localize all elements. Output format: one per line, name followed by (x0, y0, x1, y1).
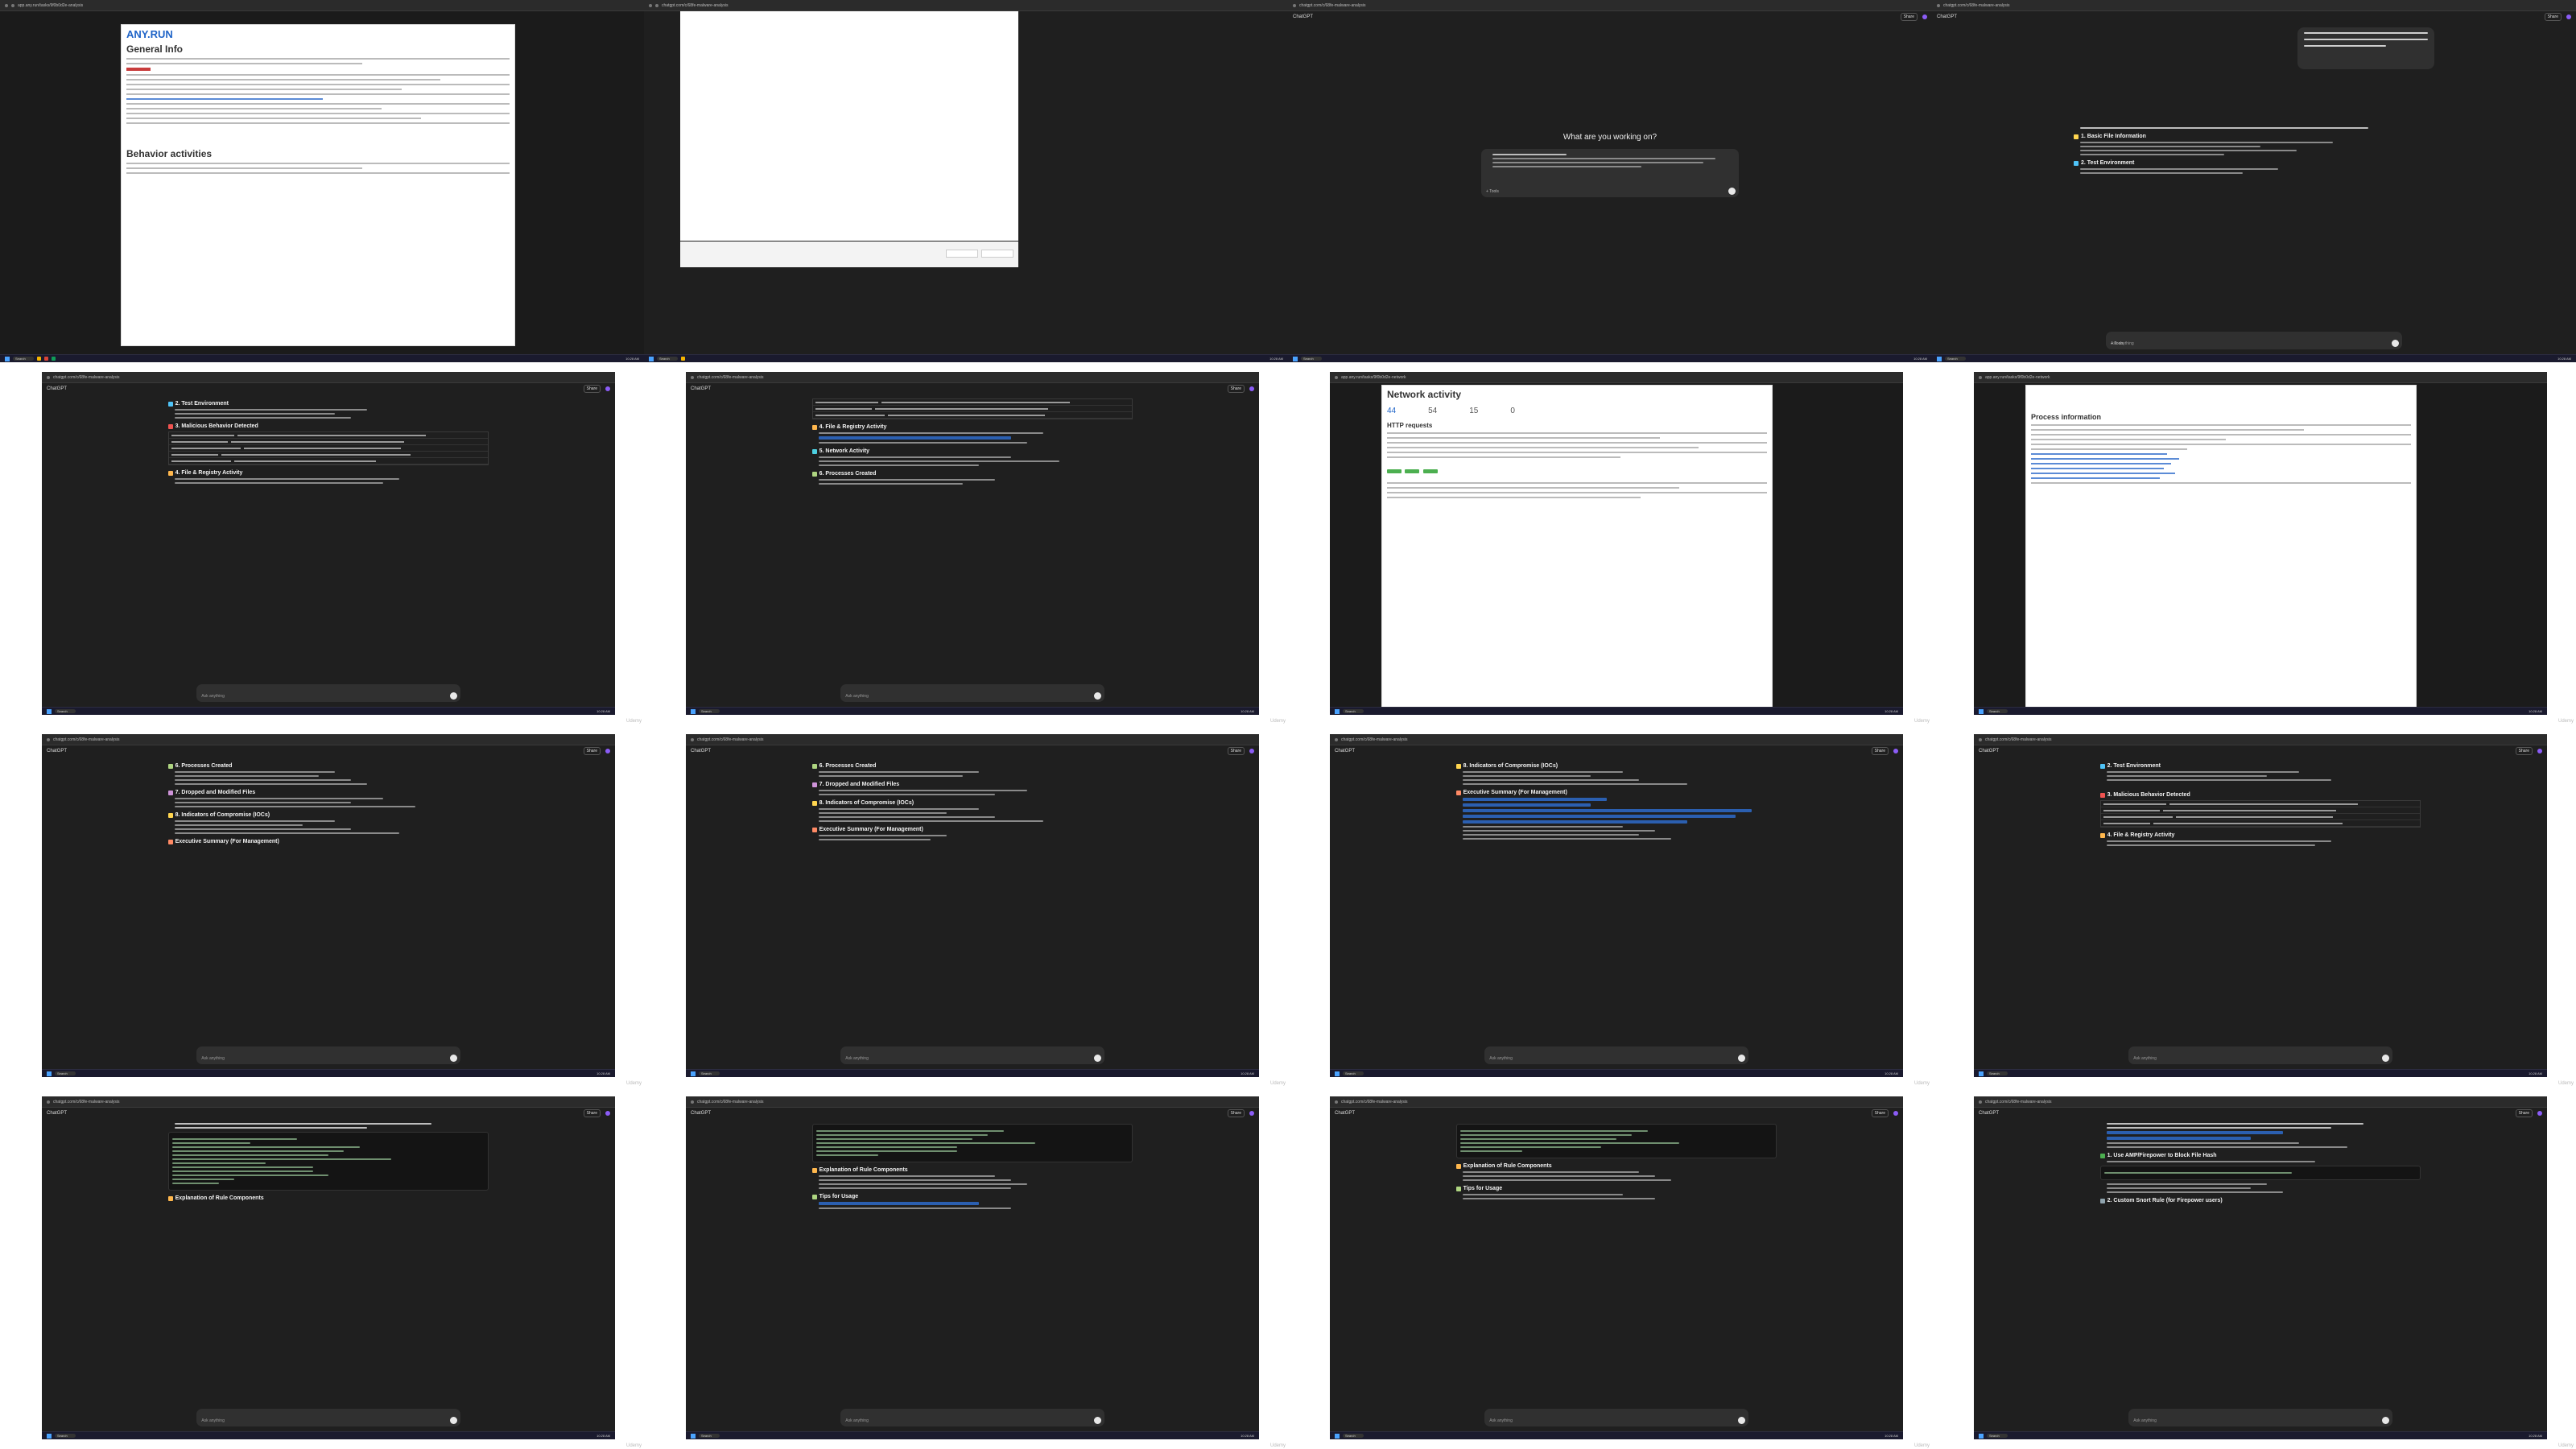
tile-blank-dialog: chatgpt.com/c/68fe-malware-analysis Sear… (644, 0, 1288, 362)
section-test-environment: 2. Test Environment (2081, 160, 2135, 166)
screen: chatgpt.com/c/68fe-malware-analysis Chat… (1288, 0, 1932, 362)
start-icon[interactable] (5, 356, 10, 361)
tile-anyrun-process: app.any.run/tasks/9f0b0d2e-network Proce… (1932, 362, 2576, 724)
tile-chat-tips: chatgpt.com/c/68fe-malware-analysis Chat… (1288, 1087, 1932, 1449)
behavior-heading: Behavior activities (126, 148, 213, 159)
taskbar: Search 10:28 AM (0, 354, 644, 362)
tile-chat-network-activity: chatgpt.com/c/68fe-malware-analysis Chat… (644, 362, 1288, 724)
url-text[interactable]: chatgpt.com/c/68fe-malware-analysis (662, 3, 1283, 8)
process-information-panel: Process information (2025, 385, 2417, 708)
taskbar-search[interactable]: Search (13, 357, 34, 361)
share-button[interactable]: Share (1900, 13, 1918, 21)
url-text[interactable]: app.any.run/tasks/9f0b0d2e-analysis (18, 3, 639, 8)
screen: chatgpt.com/c/68fe-malware-analysis Sear… (644, 0, 1288, 362)
tile-anyrun-general-info: app.any.run/tasks/9f0b0d2e-analysis ANY.… (0, 0, 644, 362)
anyrun-logo[interactable]: ANY.RUN (126, 28, 510, 40)
screen: chatgpt.com/c/68fe-malware-analysis Chat… (1932, 0, 2576, 362)
tile-chat-amp-firepower: chatgpt.com/c/68fe-malware-analysis Chat… (1932, 1087, 2576, 1449)
ok-button[interactable] (981, 250, 1013, 258)
browser-urlbar[interactable]: app.any.run/tasks/9f0b0d2e-analysis (0, 0, 644, 11)
tile-chat-explanation: chatgpt.com/c/68fe-malware-analysis Chat… (644, 1087, 1288, 1449)
general-info-heading: General Info (126, 43, 184, 55)
section-malicious-behavior: 3. Malicious Behavior Detected (175, 423, 258, 429)
tile-chat-basic-info: chatgpt.com/c/68fe-malware-analysis Chat… (1932, 0, 2576, 362)
behavior-table (167, 431, 489, 465)
welcome-text: What are you working on? (1563, 133, 1657, 142)
tile-chat-malicious-behavior: chatgpt.com/c/68fe-malware-analysis Chat… (0, 362, 644, 724)
taskbar-clock: 10:28 AM (625, 357, 639, 361)
tile-chat-welcome: chatgpt.com/c/68fe-malware-analysis Chat… (1288, 0, 1932, 362)
user-message-bubble (2297, 27, 2434, 69)
screen: app.any.run/tasks/9f0b0d2e-analysis ANY.… (0, 0, 644, 362)
chat-composer[interactable]: Ask anything + Tools (2106, 332, 2402, 349)
section-basic-file-info: 1. Basic File Information (2081, 134, 2146, 139)
tile-anyrun-network: app.any.run/tasks/9f0b0d2e-network Netwo… (1288, 362, 1932, 724)
avatar[interactable] (1922, 14, 1927, 19)
tile-chat-iocs: chatgpt.com/c/68fe-malware-analysis Chat… (644, 724, 1288, 1087)
tile-chat-executive-summary: chatgpt.com/c/68fe-malware-analysis Chat… (1288, 724, 1932, 1087)
popup-footer (680, 242, 1018, 267)
anyrun-report-page: ANY.RUN General Info Behavior activities (121, 24, 515, 346)
contact-sheet-grid: app.any.run/tasks/9f0b0d2e-analysis ANY.… (0, 0, 2576, 1449)
chat-brand[interactable]: ChatGPT (1293, 14, 1313, 19)
udemy-watermark: Udemy (625, 719, 642, 724)
tile-chat-test-env: chatgpt.com/c/68fe-malware-analysis Chat… (1932, 724, 2576, 1087)
send-button[interactable] (1728, 188, 1736, 195)
process-information-heading: Process information (2031, 413, 2102, 421)
section-network-activity: 5. Network Activity (819, 448, 869, 454)
browser-urlbar[interactable]: chatgpt.com/c/68fe-malware-analysis (644, 0, 1288, 11)
network-activity-heading: Network activity (1387, 389, 1462, 400)
network-activity-panel: Network activity 44 54 15 0 HTTP requests (1381, 385, 1773, 708)
blank-popup (680, 11, 1018, 241)
chat-composer[interactable]: + Tools (1481, 149, 1739, 197)
code-block (167, 1132, 489, 1191)
tile-chat-processes: chatgpt.com/c/68fe-malware-analysis Chat… (0, 724, 644, 1087)
tile-chat-yara-rule: chatgpt.com/c/68fe-malware-analysis Chat… (0, 1087, 644, 1449)
cancel-button[interactable] (946, 250, 978, 258)
